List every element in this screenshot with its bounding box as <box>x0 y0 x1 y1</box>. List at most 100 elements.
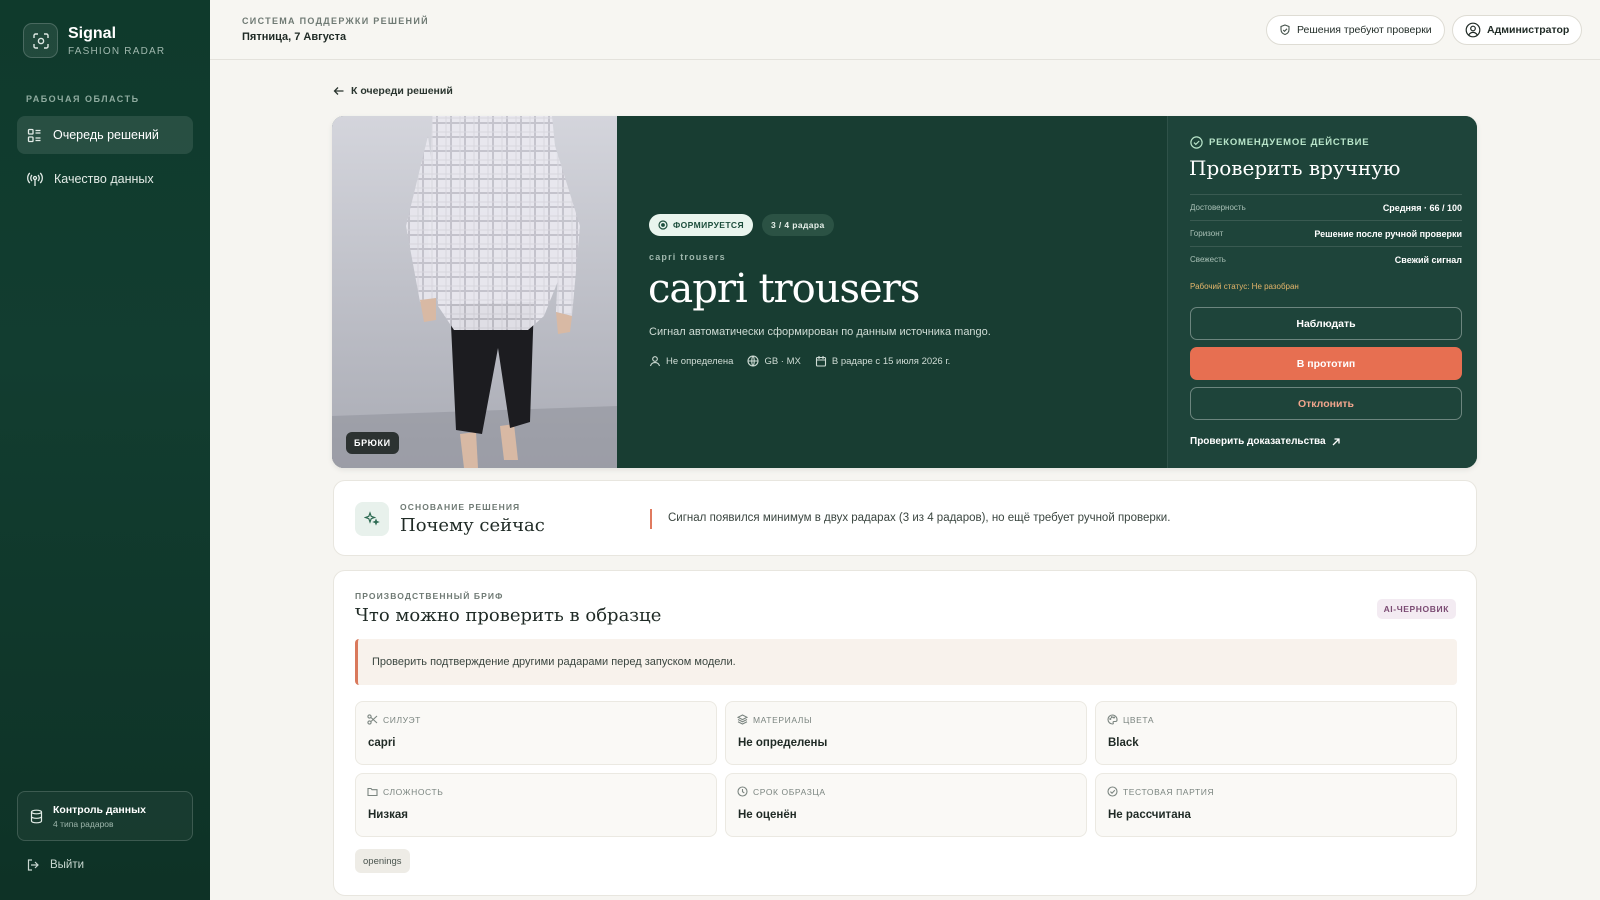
spec-value: Black <box>1108 737 1139 749</box>
signal-hero: БРЮКИ ФОРМИРУЕТСЯ 3 / 4 радара capri tro… <box>332 116 1477 468</box>
spec-label: МАТЕРИАЛЫ <box>737 714 812 725</box>
shield-icon <box>1280 24 1290 36</box>
recommendation-title: Проверить вручную <box>1189 156 1401 180</box>
data-control-card[interactable]: Контроль данных 4 типа радаров <box>17 791 193 841</box>
spec-sample-time: СРОК ОБРАЗЦА Не оценён <box>725 773 1087 837</box>
why-now-card: ОСНОВАНИЕ РЕШЕНИЯ Почему сейчас Сигнал п… <box>333 480 1477 556</box>
clock-icon <box>737 786 748 797</box>
data-control-subtitle: 4 типа радаров <box>53 818 114 829</box>
spec-value: Не оценён <box>738 809 797 821</box>
since-value: В радаре с 15 июля 2026 г. <box>831 355 951 367</box>
why-kicker: ОСНОВАНИЕ РЕШЕНИЯ <box>400 502 521 512</box>
scissors-icon <box>367 714 378 725</box>
user-menu-button[interactable]: Администратор <box>1452 15 1583 45</box>
spec-label: ЦВЕТА <box>1107 714 1154 725</box>
keyword-tag[interactable]: openings <box>355 849 410 873</box>
header-kicker: СИСТЕМА ПОДДЕРЖКИ РЕШЕНИЙ <box>242 16 429 26</box>
status-label: ФОРМИРУЕТСЯ <box>673 220 744 230</box>
header-date: Пятница, 7 Августа <box>242 31 347 43</box>
logout-icon <box>27 859 39 871</box>
freshness-row: Свежесть Свежий сигнал <box>1190 246 1462 272</box>
scan-logo-icon <box>23 23 58 58</box>
sidebar-item-decision-queue[interactable]: Очередь решений <box>17 116 193 154</box>
spec-label-text: МАТЕРИАЛЫ <box>753 714 813 725</box>
spec-complexity: СЛОЖНОСТЬ Низкая <box>355 773 717 837</box>
globe-icon <box>747 355 759 367</box>
target-icon <box>658 220 668 230</box>
logout-button[interactable]: Выйти <box>26 858 84 872</box>
spec-value: Не определены <box>738 737 828 749</box>
prototype-button[interactable]: В прототип <box>1190 347 1462 380</box>
radar-count-badge: 3 / 4 радара <box>761 214 834 236</box>
status-chips: ФОРМИРУЕТСЯ 3 / 4 радара <box>649 214 834 236</box>
brand-subtitle: FASHION RADAR <box>68 45 166 57</box>
horizon-label: Горизонт <box>1190 229 1224 238</box>
logout-label: Выйти <box>50 859 85 871</box>
product-photo: БРЮКИ <box>332 116 617 468</box>
spec-label: СИЛУЭТ <box>367 714 421 725</box>
spec-label-text: ЦВЕТА <box>1123 714 1155 725</box>
recommendation-kicker: РЕКОМЕНДУЕМОЕ ДЕЙСТВИЕ <box>1190 136 1369 149</box>
user-icon <box>649 356 661 367</box>
check-circle-icon <box>1190 136 1203 149</box>
review-pill-label: Решения требуют проверки <box>1297 24 1432 36</box>
spec-value: capri <box>368 737 396 749</box>
sidebar-item-label: Очередь решений <box>53 128 159 142</box>
sparkles-icon <box>355 502 389 536</box>
watch-button[interactable]: Наблюдать <box>1190 307 1462 340</box>
brand-title: Signal <box>68 24 117 42</box>
layers-icon <box>737 714 748 725</box>
work-status: Рабочий статус: Не разобран <box>1190 282 1299 291</box>
check-evidence-link[interactable]: Проверить доказательства <box>1190 436 1341 447</box>
why-text: Сигнал появился минимум в двух радарах (… <box>668 512 1171 524</box>
brand[interactable]: Signal FASHION RADAR <box>23 23 165 58</box>
brief-title: Что можно проверить в образце <box>355 605 662 626</box>
confidence-row: Достоверность Средняя · 66 / 100 <box>1190 194 1462 220</box>
spec-materials: МАТЕРИАЛЫ Не определены <box>725 701 1087 765</box>
audience-meta: Не определена <box>649 355 733 367</box>
signal-description: Сигнал автоматически сформирован по данн… <box>649 326 991 338</box>
review-required-button[interactable]: Решения требуют проверки <box>1266 15 1445 45</box>
signal-summary: ФОРМИРУЕТСЯ 3 / 4 радара capri trousers … <box>617 116 1167 468</box>
back-link-label: К очереди решений <box>351 85 453 97</box>
signal-meta: Не определена GB · MX В радаре с 15 июля… <box>649 355 950 367</box>
spec-label: СЛОЖНОСТЬ <box>367 786 443 797</box>
arrow-up-right-icon <box>1332 437 1340 445</box>
spec-label: ТЕСТОВАЯ ПАРТИЯ <box>1107 786 1214 797</box>
spec-silhouette: СИЛУЭТ capri <box>355 701 717 765</box>
spec-label-text: СИЛУЭТ <box>383 714 421 725</box>
spec-colors: ЦВЕТА Black <box>1095 701 1457 765</box>
recommendation-panel: РЕКОМЕНДУЕМОЕ ДЕЙСТВИЕ Проверить вручную… <box>1167 116 1477 468</box>
spec-label-text: СЛОЖНОСТЬ <box>383 786 444 797</box>
reject-button[interactable]: Отклонить <box>1190 387 1462 420</box>
spec-label: СРОК ОБРАЗЦА <box>737 786 826 797</box>
arrow-left-icon <box>333 87 344 95</box>
spec-label-text: СРОК ОБРАЗЦА <box>753 786 826 797</box>
regions-value: GB · MX <box>764 355 801 367</box>
spec-test-batch: ТЕСТОВАЯ ПАРТИЯ Не рассчитана <box>1095 773 1457 837</box>
freshness-value: Свежий сигнал <box>1394 254 1462 265</box>
signal-kicker: capri trousers <box>649 252 726 262</box>
queue-icon <box>27 128 41 142</box>
recommendation-kicker-label: РЕКОМЕНДУЕМОЕ ДЕЙСТВИЕ <box>1209 137 1370 148</box>
since-meta: В радаре с 15 июля 2026 г. <box>815 355 950 367</box>
sidebar-section-label: РАБОЧАЯ ОБЛАСТЬ <box>26 94 140 104</box>
confidence-label: Достоверность <box>1190 203 1246 212</box>
spec-label-text: ТЕСТОВАЯ ПАРТИЯ <box>1123 786 1215 797</box>
sidebar: Signal FASHION RADAR РАБОЧАЯ ОБЛАСТЬ Оче… <box>0 0 210 900</box>
confidence-value: Средняя · 66 / 100 <box>1382 202 1462 213</box>
calendar-icon <box>815 356 826 367</box>
folder-icon <box>367 787 378 797</box>
brief-kicker: ПРОИЗВОДСТВЕННЫЙ БРИФ <box>355 591 504 601</box>
audience-value: Не определена <box>666 355 734 367</box>
back-to-queue-link[interactable]: К очереди решений <box>333 85 453 97</box>
why-title: Почему сейчас <box>400 515 545 536</box>
signal-title: capri trousers <box>648 266 920 312</box>
palette-icon <box>1107 714 1118 725</box>
sidebar-item-data-quality[interactable]: Качество данных <box>17 160 193 198</box>
evidence-link-label: Проверить доказательства <box>1190 436 1326 447</box>
horizon-value: Решение после ручной проверки <box>1314 228 1462 239</box>
accent-divider <box>650 509 652 529</box>
user-circle-icon <box>1465 22 1481 38</box>
production-brief-card: ПРОИЗВОДСТВЕННЫЙ БРИФ Что можно проверит… <box>333 570 1477 896</box>
